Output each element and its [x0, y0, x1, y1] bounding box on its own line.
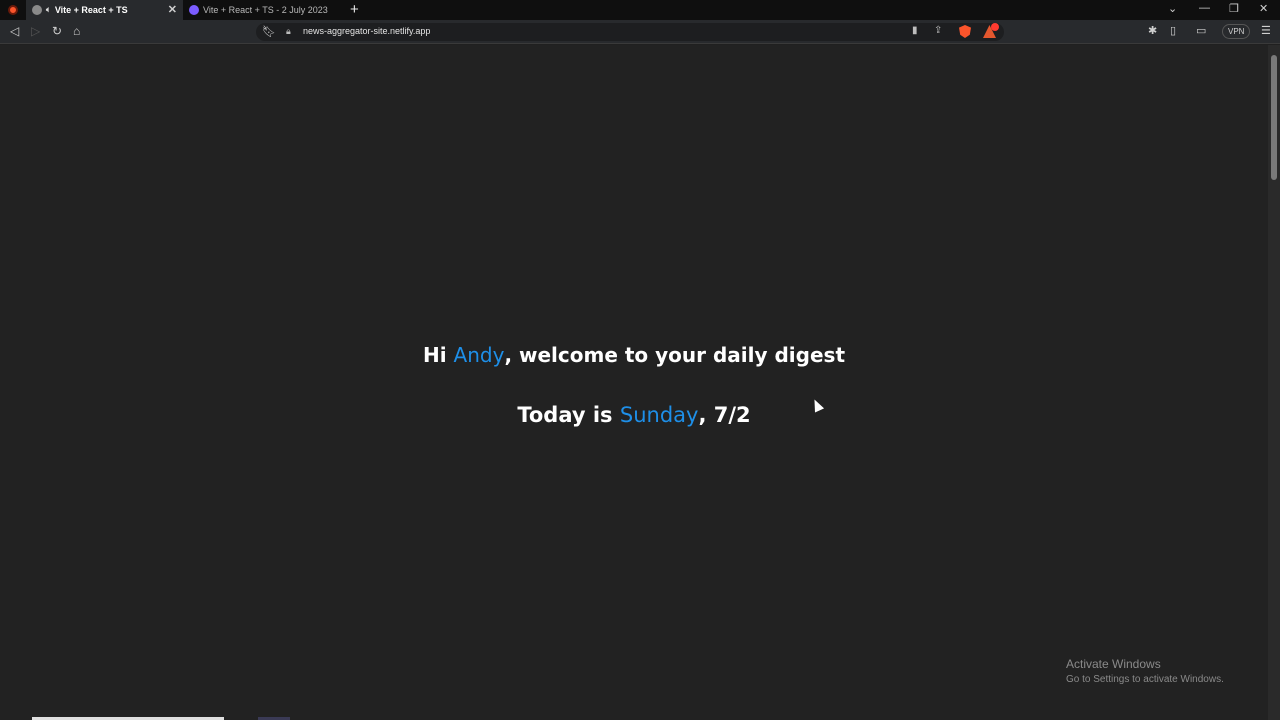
user-name: Andy	[453, 343, 505, 367]
tab-title: Vite + React + TS	[54, 5, 128, 15]
brave-menu-icon[interactable]	[8, 5, 18, 15]
tab-active[interactable]: 🔈︎ Vite + React + TS ✕	[26, 0, 183, 20]
address-bar[interactable]: 🔖︎ 🔒︎ news-aggregator-site.netlify.app ▮…	[256, 23, 1004, 41]
sidebar-icon[interactable]: ▯	[1170, 24, 1176, 37]
greeting-suffix: , welcome to your daily digest	[504, 343, 846, 367]
browser-toolbar: ◁ ▷ ↻ ⌂ 🔖︎ 🔒︎ news-aggregator-site.netli…	[0, 20, 1280, 44]
share-icon[interactable]: ⇪	[934, 25, 942, 36]
lock-icon[interactable]: 🔒︎	[286, 26, 291, 37]
url-text[interactable]: news-aggregator-site.netlify.app	[303, 26, 430, 36]
reload-icon[interactable]: ↻	[52, 24, 62, 38]
date-heading: Today is Sunday, 7/2	[0, 403, 1268, 427]
bookmark-icon[interactable]: 🔖︎	[262, 25, 276, 38]
vpn-button[interactable]: VPN	[1222, 24, 1251, 39]
restore-icon[interactable]: ❐	[1229, 2, 1239, 15]
speaker-icon[interactable]: 🔈︎	[46, 5, 51, 15]
vite-icon	[189, 5, 199, 15]
scrollbar-thumb[interactable]	[1271, 55, 1277, 180]
tab-close-icon[interactable]: ✕	[168, 3, 177, 16]
new-tab-button[interactable]: +	[350, 1, 359, 18]
date-prefix: Today is	[517, 403, 620, 427]
watermark-subtitle: Go to Settings to activate Windows.	[1066, 674, 1224, 685]
watermark-title: Activate Windows	[1066, 657, 1161, 671]
vpn-label: VPN	[1228, 27, 1245, 36]
close-window-icon[interactable]: ✕	[1259, 2, 1268, 15]
greeting-heading: Hi Andy, welcome to your daily digest	[0, 343, 1268, 367]
windows-activation-watermark: Activate Windows Go to Settings to activ…	[1066, 657, 1224, 685]
tab-title: Vite + React + TS - 2 July 2023	[203, 5, 328, 15]
camera-icon[interactable]: ▮	[912, 25, 918, 36]
extensions-icon[interactable]: ✱	[1148, 24, 1157, 37]
menu-icon[interactable]: ☰	[1261, 24, 1271, 37]
back-icon[interactable]: ◁	[10, 24, 19, 38]
globe-icon	[32, 5, 42, 15]
day-name: Sunday	[619, 403, 699, 427]
date-suffix: , 7/2	[698, 403, 751, 427]
wallet-icon[interactable]: ▭	[1196, 24, 1206, 37]
page-content: Hi Andy, welcome to your daily digest To…	[0, 45, 1268, 720]
tab-inactive[interactable]: Vite + React + TS - 2 July 2023	[183, 0, 340, 20]
minimize-icon[interactable]: —	[1199, 2, 1210, 14]
home-icon[interactable]: ⌂	[73, 24, 80, 38]
forward-icon[interactable]: ▷	[31, 24, 40, 38]
page-scrollbar[interactable]	[1268, 45, 1280, 720]
greeting-prefix: Hi	[422, 343, 454, 367]
notification-badge	[991, 23, 999, 31]
tab-strip: 🔈︎ Vite + React + TS ✕ Vite + React + TS…	[0, 0, 1280, 20]
tab-search-icon[interactable]: ⌄	[1168, 2, 1177, 15]
